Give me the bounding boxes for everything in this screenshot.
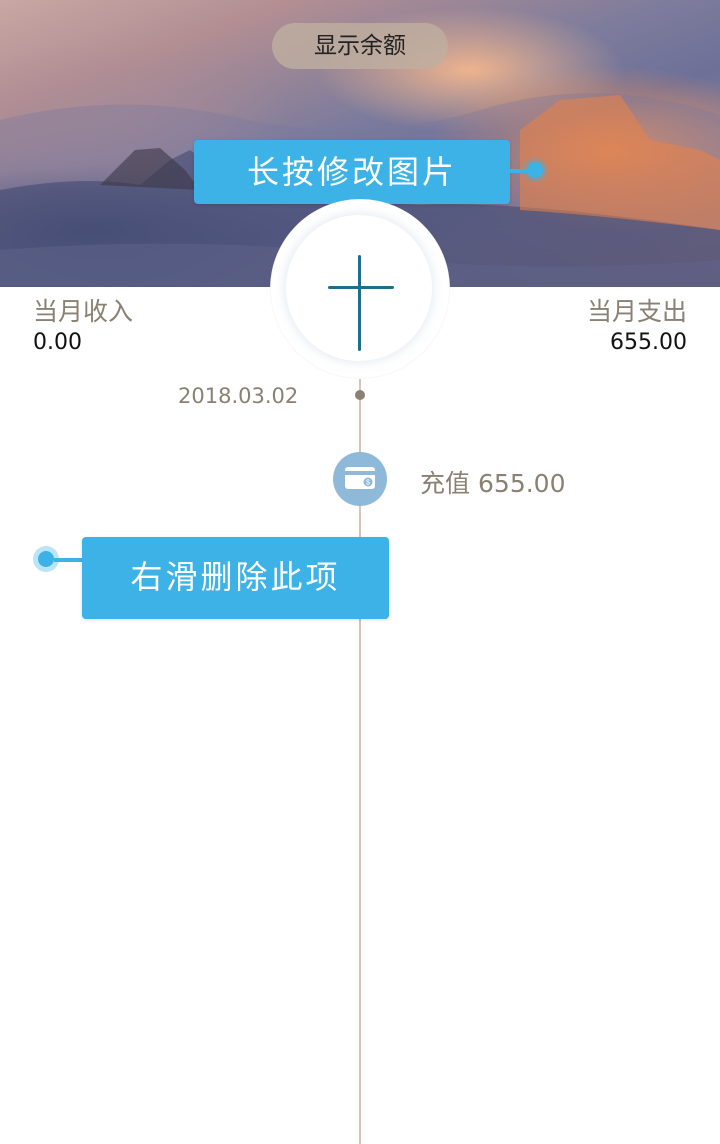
timeline-date-dot xyxy=(355,390,365,400)
timeline-entry[interactable]: 充值 655.00 xyxy=(420,464,574,500)
entry-category: 充值 xyxy=(420,469,471,498)
monthly-income-label: 当月收入 xyxy=(33,297,134,326)
add-record-button[interactable] xyxy=(270,199,450,379)
monthly-expense-label: 当月支出 xyxy=(586,297,687,326)
monthly-income-value: 0.00 xyxy=(33,330,82,355)
plus-icon-vertical xyxy=(358,255,361,351)
plus-icon xyxy=(328,286,394,289)
timeline-date: 2018.03.02 xyxy=(178,384,299,408)
svg-text:$: $ xyxy=(366,480,370,487)
show-balance-button[interactable]: 显示余额 xyxy=(272,23,448,69)
entry-amount: 655.00 xyxy=(478,469,566,498)
swipe-delete-tip: 右滑删除此项 xyxy=(82,537,389,619)
swipe-delete-tip-dot xyxy=(38,551,54,567)
change-image-tip: 长按修改图片 xyxy=(194,140,510,204)
add-button-inner-circle xyxy=(286,215,432,361)
swipe-delete-tip-connector xyxy=(54,558,84,562)
card-icon[interactable]: $ xyxy=(333,452,387,506)
change-image-tip-dot xyxy=(527,162,543,178)
monthly-expense-value: 655.00 xyxy=(610,330,687,355)
